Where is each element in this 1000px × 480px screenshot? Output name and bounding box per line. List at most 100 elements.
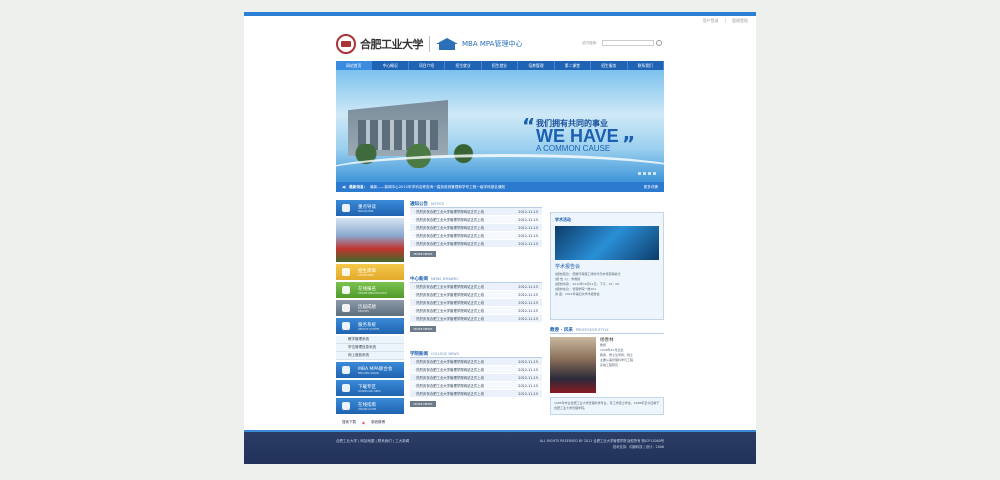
sidebar-btn-online-guide[interactable]: 在线指南 ONLINE GUIDE	[336, 398, 404, 414]
footer-links[interactable]: 合肥工业大学 | 网站地图 | 联系我们 | 工大新闻	[336, 439, 409, 444]
sidebar-btn-guide[interactable]: 重点导读 NAVIGATION	[336, 200, 404, 216]
right-column: 学术活动 学术报告会 [报告题目]：低碳环保理工场时代与市场营销模式 [报 告 …	[550, 212, 664, 415]
ticker-more-link[interactable]: 更多详情	[644, 185, 658, 190]
search-icon[interactable]	[655, 40, 662, 46]
ticker-text[interactable]: 最新——新闻中心2012年学科名称查询一直到收到管理和学号工程一级学科报名通知	[370, 185, 505, 190]
nav-overview[interactable]: 中心概况	[372, 61, 409, 70]
item-text: · 热烈庆祝合肥工业大学管理学院网站正式上线	[414, 317, 484, 321]
item-date: 2012-11-15	[518, 308, 538, 313]
share-links: 搜索下载 ◉ 新浪微博	[336, 416, 404, 429]
section-title-en: PROFESSOR STYLE	[575, 327, 609, 332]
weibo-link[interactable]: 新浪微博	[371, 420, 385, 425]
item-text: · 热烈庆祝合肥工业大学管理学院网站正式上线	[414, 392, 484, 396]
item-text: · 热烈庆祝合肥工业大学管理学院网站正式上线	[414, 368, 484, 372]
list-item[interactable]: · 热烈庆祝合肥工业大学管理学院网站正式上线 2012-11-15	[410, 224, 542, 232]
list-item[interactable]: · 热烈庆祝合肥工业大学管理学院网站正式上线 2012-11-15	[410, 291, 542, 299]
activity-title: 学术活动	[555, 217, 571, 222]
notice-list: · 热烈庆祝合肥工业大学管理学院网站正式上线 2012-11-15 · 热烈庆祝合…	[410, 208, 542, 248]
news-section: 中心新闻 NEWS DYNAMIC · 热烈庆祝合肥工业大学管理学院网站正式上线…	[410, 275, 542, 335]
item-text: · 热烈庆祝合肥工业大学管理学院网站正式上线	[414, 210, 484, 214]
nav-employment[interactable]: 招生就业	[482, 61, 519, 70]
nav-second-class[interactable]: 第二课堂	[555, 61, 592, 70]
item-date: 2012-11-15	[518, 217, 538, 222]
list-item[interactable]: · 热烈庆祝合肥工业大学管理学院网站正式上线 2012-11-15	[410, 299, 542, 307]
item-date: 2012-11-15	[518, 359, 538, 364]
banner-slogan-en-sub: A COMMON CAUSE	[536, 144, 611, 153]
item-text: · 热烈庆祝合肥工业大学管理学院网站正式上线	[414, 309, 484, 313]
list-item[interactable]: · 热烈庆祝合肥工业大学管理学院网站正式上线 2012-11-15	[410, 240, 542, 248]
professor-card[interactable]: 杨善林 教授 1948年10月出生 教授、博士生导师、院士 主要从事管理科学与工…	[550, 337, 664, 393]
list-item[interactable]: · 热烈庆祝合肥工业大学管理学院网站正式上线 2012-11-15	[410, 374, 542, 382]
news-ticker: ◀) 最新消息： 最新——新闻中心2012年学科名称查询一直到收到管理和学号工程…	[336, 182, 664, 192]
site-logo[interactable]: 合肥工业大学 MBA MPA管理中心	[336, 34, 522, 54]
section-title-en: COLLEGE NEWS	[431, 351, 459, 356]
banner-slogan-en: WE HAVE	[536, 126, 619, 146]
sidebar-subitem[interactable]: 网上缴费系统	[336, 352, 404, 360]
list-item[interactable]: · 热烈庆祝合肥工业大学管理学院网站正式上线 2012-11-15	[410, 390, 542, 398]
sidebar-btn-sub: ONLINE REGISTRATION	[358, 291, 387, 295]
list-item[interactable]: · 热烈庆祝合肥工业大学管理学院网站正式上线 2012-11-15	[410, 208, 542, 216]
slider-dot[interactable]	[653, 172, 656, 175]
list-item[interactable]: · 热烈庆祝合肥工业大学管理学院网站正式上线 2012-11-15	[410, 382, 542, 390]
item-date: 2012-11-15	[518, 383, 538, 388]
list-item[interactable]: · 热烈庆祝合肥工业大学管理学院网站正式上线 2012-11-15	[410, 366, 542, 374]
item-date: 2012-11-15	[518, 241, 538, 246]
activity-name[interactable]: 学术报告会	[555, 263, 659, 270]
hero-banner[interactable]: “ 我们拥有共同的事业 WE HAVE A COMMON CAUSE ”	[336, 70, 664, 182]
item-date: 2012-11-15	[518, 375, 538, 380]
document-icon	[342, 268, 350, 276]
item-date: 2012-11-15	[518, 316, 538, 321]
slider-dot[interactable]	[643, 172, 646, 175]
sidebar-btn-download[interactable]: 下载专区 DOWNLOAD AREA	[336, 380, 404, 396]
sidebar-btn-union[interactable]: MBA MPA联合会 MBA MPA UNION	[336, 362, 404, 378]
slider-dot[interactable]	[648, 172, 651, 175]
nav-training[interactable]: 培养管理	[518, 61, 555, 70]
search-label: 站内搜索：	[582, 40, 600, 45]
list-item[interactable]: · 热烈庆祝合肥工业大学管理学院网站正式上线 2012-11-15	[410, 315, 542, 323]
list-item[interactable]: · 热烈庆祝合肥工业大学管理学院网站正式上线 2012-11-15	[410, 283, 542, 291]
center-logo-icon	[436, 38, 458, 50]
logo-divider	[429, 36, 430, 52]
item-date: 2012-11-15	[518, 233, 538, 238]
professor-section: 教授 · 风采 PROFESSOR STYLE 杨善林 教授 1948年10月出…	[550, 326, 664, 415]
nav-contact[interactable]: 联系我们	[628, 61, 664, 70]
nav-admissions[interactable]: 招生就业	[445, 61, 482, 70]
nav-home[interactable]: 网站首页	[336, 61, 373, 70]
search-input[interactable]	[601, 40, 654, 46]
list-item[interactable]: · 热烈庆祝合肥工业大学管理学院网站正式上线 2012-11-15	[410, 358, 542, 366]
close-quote-icon: ”	[622, 132, 636, 156]
list-item[interactable]: · 热烈庆祝合肥工业大学管理学院网站正式上线 2012-11-15	[410, 216, 542, 224]
user-login-link[interactable]: 用户登录	[703, 18, 719, 24]
search-download-link[interactable]: 搜索下载	[342, 420, 356, 425]
sidebar-btn-admissions[interactable]: 招生简章 ADMISSIONS	[336, 264, 404, 280]
sidebar-btn-online-register[interactable]: 在线报名 ONLINE REGISTRATION	[336, 282, 404, 298]
item-date: 2012-11-15	[518, 284, 538, 289]
item-text: · 热烈庆祝合肥工业大学管理学院网站正式上线	[414, 226, 484, 230]
sidebar-btn-results[interactable]: 历届成绩 RESULTS	[336, 300, 404, 316]
item-text: · 热烈庆祝合肥工业大学管理学院网站正式上线	[414, 301, 484, 305]
slider-dot[interactable]	[638, 172, 641, 175]
more-button[interactable]: MORE NEWS	[410, 326, 436, 332]
section-title-en: NEWS DYNAMIC	[431, 276, 459, 281]
page: 用户登录 | 管理登陆 合肥工业大学 MBA MPA管理中心 站内搜索： 网站首…	[244, 12, 756, 464]
nav-services[interactable]: 招生服务	[591, 61, 628, 70]
left-sidebar: 重点导读 NAVIGATION 招生简章 ADMISSIONS 在线报名 ONLINE…	[336, 200, 404, 429]
section-title-cn: 教授 · 风采	[550, 327, 573, 333]
college-news-list: · 热烈庆祝合肥工业大学管理学院网站正式上线 2012-11-15 · 热烈庆祝合…	[410, 358, 542, 398]
chart-icon	[342, 304, 350, 312]
admin-login-link[interactable]: 管理登陆	[732, 18, 748, 24]
more-button[interactable]: MORE NEWS	[410, 251, 436, 257]
site-search: 站内搜索：	[582, 40, 662, 46]
sidebar-btn-sub: ADMISSIONS	[358, 273, 374, 277]
list-item[interactable]: · 热烈庆祝合肥工业大学管理学院网站正式上线 2012-11-15	[410, 232, 542, 240]
more-button[interactable]: MORE NEWS	[410, 401, 436, 407]
nav-programs[interactable]: 项目介绍	[409, 61, 446, 70]
sidebar-subitem[interactable]: 教学管理系统	[336, 336, 404, 344]
sidebar-subitem[interactable]: 学位管理信息系统	[336, 344, 404, 352]
support-line: 技术支持：闪赫科技 | 设计：2006	[612, 445, 664, 449]
list-item[interactable]: · 热烈庆祝合肥工业大学管理学院网站正式上线 2012-11-15	[410, 307, 542, 315]
footer-accent-bar	[244, 430, 756, 432]
pencil-icon	[342, 286, 350, 294]
sidebar-btn-service-system[interactable]: 服务系统 SERVICE SYSTEM	[336, 318, 404, 334]
activity-image[interactable]	[555, 226, 659, 260]
